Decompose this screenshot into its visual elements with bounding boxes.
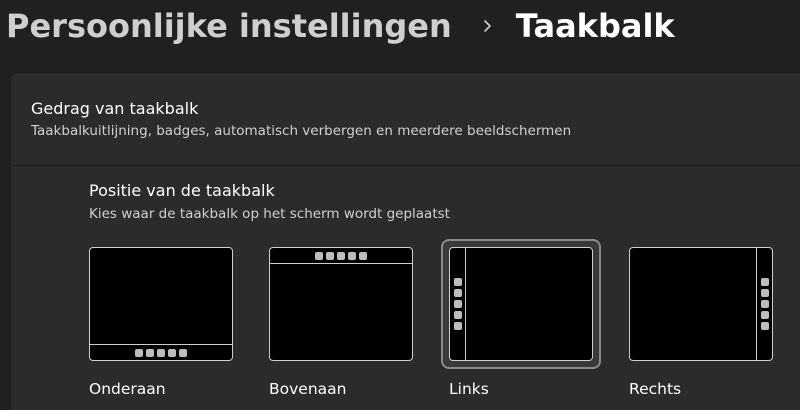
taskbar-preview (270, 248, 412, 264)
preview-frame (81, 239, 241, 369)
taskbar-icon (760, 300, 769, 308)
taskbar-preview (450, 248, 466, 360)
taskbar-icon (760, 278, 769, 286)
taskbar-icon (326, 251, 334, 260)
taskbar-preview (90, 344, 232, 360)
divider (11, 165, 800, 166)
card-subtitle: Taakbalkuitlijning, badges, automatisch … (31, 123, 572, 139)
section-subtitle: Kies waar de taakbalk op het scherm word… (89, 206, 450, 222)
screen-preview-bottom (89, 247, 233, 361)
taskbar-icon (337, 251, 345, 260)
taskbar-icon (453, 322, 462, 330)
taskbar-behavior-header[interactable]: Gedrag van taakbalk Taakbalkuitlijning, … (11, 73, 800, 165)
breadcrumb: Persoonlijke instellingen Taakbalk (6, 0, 675, 52)
screen-preview-top (269, 247, 413, 361)
taskbar-icon (453, 289, 462, 297)
taskbar-icon (453, 311, 462, 319)
preview-frame-selected (441, 239, 601, 369)
taskbar-position-option-bottom[interactable]: Onderaan (81, 239, 241, 399)
screen-preview-left (449, 247, 593, 361)
settings-page: Persoonlijke instellingen Taakbalk Gedra… (0, 0, 800, 410)
taskbar-icon (146, 348, 154, 357)
option-label: Bovenaan (269, 380, 347, 398)
taskbar-icon (359, 251, 367, 260)
chevron-right-icon (478, 16, 498, 36)
taskbar-icon (760, 311, 769, 319)
breadcrumb-parent[interactable]: Persoonlijke instellingen (6, 7, 452, 45)
taskbar-icon (453, 278, 462, 286)
page-title: Taakbalk (515, 7, 675, 45)
taskbar-preview (756, 248, 772, 360)
preview-frame (261, 239, 421, 369)
taskbar-icon (760, 289, 769, 297)
section-title: Positie van de taakbalk (89, 181, 275, 200)
taskbar-icon (135, 348, 143, 357)
taskbar-icon (348, 251, 356, 260)
card-title: Gedrag van taakbalk (31, 99, 199, 118)
taskbar-position-option-left[interactable]: Links (441, 239, 601, 399)
screen-preview-right (629, 247, 773, 361)
preview-frame (621, 239, 781, 369)
option-label: Links (449, 380, 489, 398)
taskbar-icon (157, 348, 165, 357)
taskbar-position-option-right[interactable]: Rechts (621, 239, 781, 399)
taskbar-icon (760, 322, 769, 330)
option-label: Onderaan (89, 380, 166, 398)
taskbar-behavior-card: Gedrag van taakbalk Taakbalkuitlijning, … (10, 72, 800, 410)
taskbar-icon (315, 251, 323, 260)
taskbar-icon (168, 348, 176, 357)
taskbar-icon (453, 300, 462, 308)
taskbar-icon (179, 348, 187, 357)
option-label: Rechts (629, 380, 682, 398)
taskbar-position-option-top[interactable]: Bovenaan (261, 239, 421, 399)
